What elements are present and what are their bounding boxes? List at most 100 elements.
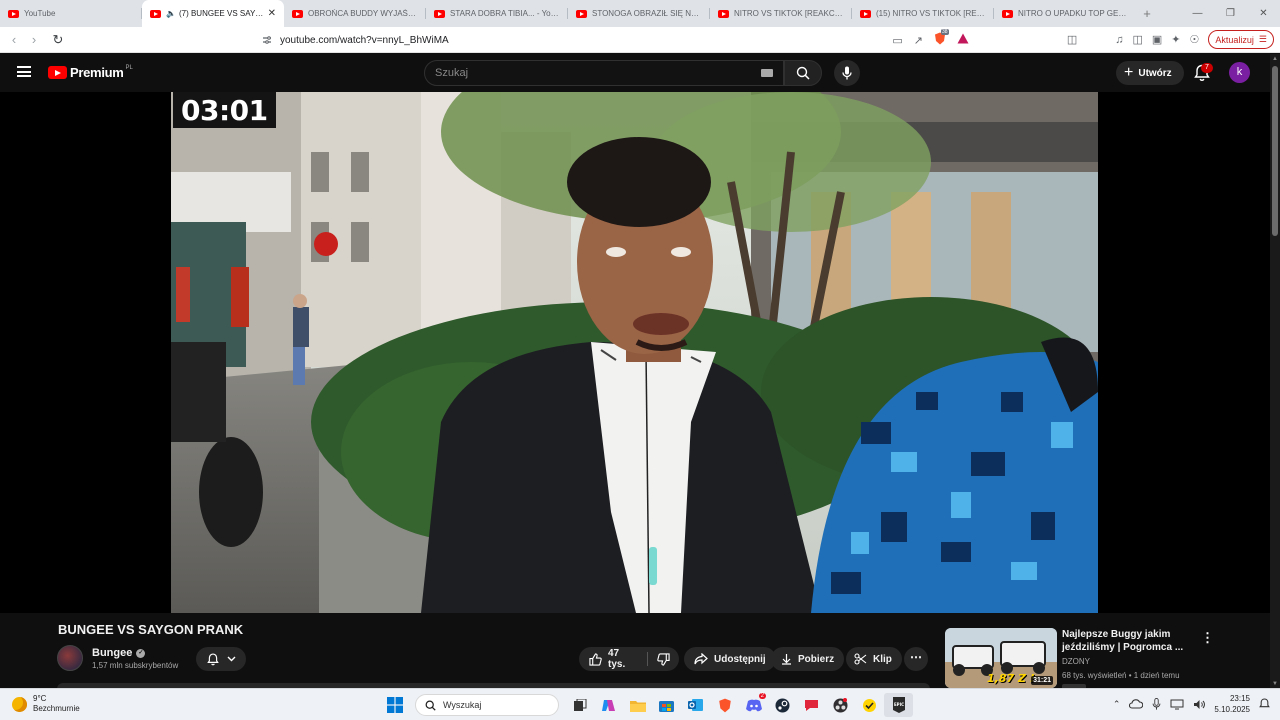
thumbs-up-icon	[589, 652, 602, 666]
taskbar-search-input[interactable]: Wyszukaj	[415, 694, 559, 716]
youtube-favicon-icon	[1002, 9, 1013, 18]
sidebar-panel-icon[interactable]: ◫	[1067, 33, 1077, 46]
cast-icon[interactable]: ▭	[892, 34, 902, 47]
share-icon[interactable]: ↗	[914, 34, 923, 47]
discord-button[interactable]: 2	[739, 693, 768, 717]
clock-time: 23:15	[1229, 694, 1250, 703]
speaker-icon[interactable]: 🔈	[166, 9, 176, 18]
tab-label: STARA DOBRA TIBIA... - YouTube	[450, 9, 560, 18]
search-icon	[425, 700, 436, 711]
copilot-button[interactable]	[594, 693, 623, 717]
display-network-icon[interactable]	[1170, 699, 1184, 710]
video-frame[interactable]	[171, 92, 1098, 613]
more-actions-button[interactable]: ⋯	[904, 647, 928, 671]
tab-label: STONOGA OBRAZIŁ SIĘ NA KU	[592, 9, 702, 18]
like-button[interactable]	[589, 652, 602, 666]
windows-taskbar: 9°C Bezchmurnie Wyszukaj 2 EPIC ⌃ 23:15 …	[0, 688, 1280, 720]
search-icon	[796, 66, 810, 80]
epic-games-button[interactable]: EPIC	[884, 693, 913, 717]
voice-search-button[interactable]	[834, 60, 860, 86]
weather-widget[interactable]: 9°C Bezchmurnie	[12, 694, 80, 714]
channel-name-row[interactable]: Bungee ✓	[92, 647, 146, 659]
recommendation-title[interactable]: Najlepsze Buggy jakim jeździliśmy | Pogr…	[1062, 628, 1192, 654]
scroll-down-icon[interactable]: ▼	[1271, 681, 1279, 687]
subscription-notifications-button[interactable]	[196, 647, 246, 671]
recommendation-thumbnail[interactable]: 1,87 Z ! 31:21	[945, 628, 1057, 688]
hamburger-menu-icon[interactable]	[17, 66, 31, 77]
site-info-icon[interactable]	[262, 35, 272, 45]
like-count[interactable]: 47 tys.	[608, 648, 637, 670]
back-icon[interactable]: ‹	[4, 32, 24, 47]
channel-name[interactable]: Bungee	[92, 647, 132, 659]
search-input[interactable]: Szukaj	[424, 60, 784, 86]
app-button-red[interactable]	[797, 693, 826, 717]
update-button[interactable]: Aktualizuj ☰	[1208, 30, 1274, 49]
download-label: Pobierz	[798, 653, 835, 665]
video-player[interactable]: 03:01	[0, 92, 1270, 613]
browser-tab[interactable]: STARA DOBRA TIBIA... - YouTube	[426, 0, 568, 27]
scrollbar-thumb[interactable]	[1272, 66, 1278, 236]
close-window-icon[interactable]: ✕	[1247, 0, 1280, 27]
steam-button[interactable]	[768, 693, 797, 717]
windows-logo-icon	[386, 697, 403, 713]
reload-icon[interactable]: ↻	[48, 32, 68, 48]
search-button[interactable]	[784, 60, 822, 86]
keyboard-icon[interactable]	[761, 69, 773, 77]
wallet-icon[interactable]: ▣	[1152, 33, 1162, 46]
recommendation-channel[interactable]: DZONY	[1062, 657, 1090, 666]
notification-center-bell-icon[interactable]	[1259, 698, 1270, 710]
new-tab-button[interactable]: +	[1136, 0, 1158, 27]
close-tab-icon[interactable]: ✕	[268, 8, 276, 19]
clip-button[interactable]: Klip	[846, 647, 902, 671]
obs-button[interactable]	[826, 693, 855, 717]
app-button-yellow[interactable]	[855, 693, 884, 717]
microphone-icon[interactable]	[1152, 698, 1161, 710]
youtube-favicon-icon	[718, 9, 729, 18]
brave-shields-icon[interactable]: 38	[934, 29, 949, 48]
browser-tab[interactable]: NITRO O UPADKU TOP GEAR	[994, 0, 1136, 27]
minimize-icon[interactable]: —	[1181, 0, 1214, 27]
vpn-icon[interactable]: ☉	[1190, 33, 1200, 46]
browser-tab-active[interactable]: 🔈 (7) BUNGEE VS SAYGON PRANK - YouTube ✕	[142, 0, 284, 27]
account-avatar[interactable]: k	[1229, 62, 1250, 83]
youtube-logo[interactable]: Premium PL	[48, 65, 133, 80]
dislike-button[interactable]	[648, 652, 679, 666]
browser-tab[interactable]: NITRO VS TIKTOK [REAKCJA NA	[710, 0, 852, 27]
start-button[interactable]	[380, 693, 409, 717]
scroll-up-icon[interactable]: ▲	[1271, 56, 1279, 62]
create-button[interactable]: + Utwórz	[1116, 61, 1184, 85]
browser-tab[interactable]: (15) NITRO VS TIKTOK [REAKCJ	[852, 0, 994, 27]
brave-browser-button[interactable]	[710, 693, 739, 717]
download-button[interactable]: Pobierz	[771, 647, 845, 671]
channel-avatar[interactable]	[57, 645, 83, 671]
leo-ai-icon[interactable]: ✦	[1171, 33, 1180, 46]
outlook-button[interactable]	[681, 693, 710, 717]
thumbnail-price-text: 1,87 Z !	[987, 672, 1035, 685]
restore-icon[interactable]: ❐	[1214, 0, 1247, 27]
task-view-button[interactable]	[565, 693, 594, 717]
browser-tab[interactable]: OBROŃCA BUDDY WYJAŚNIA	[284, 0, 426, 27]
volume-icon[interactable]	[1193, 699, 1206, 710]
url-bar[interactable]: youtube.com/watch?v=nnyL_BhWiMA ▭ ↗ 38	[232, 29, 977, 50]
youtube-header: Premium PL Szukaj + Utwórz	[0, 54, 1270, 92]
forward-icon[interactable]: ›	[24, 32, 44, 47]
clock[interactable]: 23:15 5.10.2025	[1214, 693, 1250, 715]
media-icon[interactable]: ♫	[1115, 34, 1123, 46]
recommendation-menu-icon[interactable]: ⋮	[1201, 630, 1214, 646]
store-button[interactable]	[652, 693, 681, 717]
show-hidden-icons-chevron-icon[interactable]: ⌃	[1113, 699, 1121, 710]
browser-tab[interactable]: STONOGA OBRAZIŁ SIĘ NA KU	[568, 0, 710, 27]
share-button[interactable]: Udostępnij	[684, 647, 776, 671]
microsoft-store-icon	[659, 701, 674, 712]
onedrive-cloud-icon[interactable]	[1129, 699, 1144, 709]
url-text: youtube.com/watch?v=nnyL_BhWiMA	[280, 34, 449, 46]
browser-tab[interactable]: YouTube	[0, 0, 142, 27]
sidebar-icon[interactable]: ◫	[1132, 33, 1142, 46]
folder-icon	[629, 700, 646, 712]
discord-icon	[745, 699, 762, 711]
file-explorer-button[interactable]	[623, 693, 652, 717]
chat-app-icon	[805, 700, 818, 711]
page-scrollbar[interactable]: ▲ ▼	[1270, 54, 1280, 688]
chevron-down-icon	[227, 656, 235, 662]
brave-rewards-icon[interactable]	[957, 33, 969, 47]
